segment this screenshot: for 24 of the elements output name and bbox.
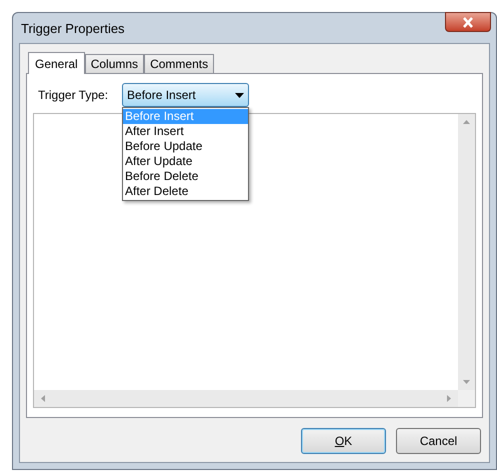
dropdown-option[interactable]: After Insert (123, 124, 248, 139)
trigger-type-label: Trigger Type: (38, 87, 108, 104)
scroll-up-icon[interactable] (463, 120, 470, 124)
tab[interactable]: Comments (144, 54, 214, 73)
vertical-scrollbar[interactable] (458, 114, 475, 390)
dropdown-option[interactable]: Before Delete (123, 169, 248, 184)
close-button[interactable] (445, 12, 491, 32)
text-area[interactable] (33, 113, 476, 408)
horizontal-scrollbar[interactable] (34, 390, 458, 407)
caret-icon (235, 92, 244, 98)
dropdown-option[interactable]: After Update (123, 154, 248, 169)
scroll-down-icon[interactable] (463, 380, 470, 384)
tab[interactable]: General (28, 52, 85, 74)
scroll-left-icon[interactable] (41, 395, 45, 402)
trigger-type-dropdown[interactable]: Before Insert (122, 83, 250, 107)
dialog-button[interactable]: Cancel (396, 428, 481, 454)
dropdown-option[interactable]: After Delete (123, 184, 248, 199)
dropdown-option[interactable]: Before Update (123, 139, 248, 154)
tab[interactable]: Columns (84, 54, 144, 73)
scrollbar-corner (458, 390, 475, 407)
dialog-button[interactable]: OK (301, 428, 386, 454)
scroll-right-icon[interactable] (447, 395, 451, 402)
close-icon (462, 16, 474, 28)
window-title: Trigger Properties (21, 20, 125, 38)
